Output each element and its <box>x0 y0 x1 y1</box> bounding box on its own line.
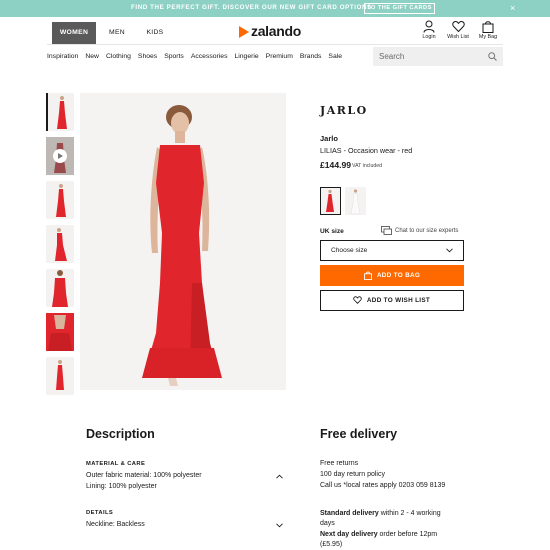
vat-note: VAT included <box>352 163 382 169</box>
thumbnail-4[interactable] <box>46 225 74 263</box>
description-title: Description <box>86 427 155 441</box>
next-day-delivery-text: order before 12pm <box>377 531 438 538</box>
search-icon[interactable] <box>488 52 497 61</box>
bag-icon <box>363 271 372 280</box>
nav-item-shoes[interactable]: Shoes <box>138 51 157 63</box>
white-swatch-image <box>350 189 361 215</box>
bag-icon <box>482 21 494 33</box>
color-swatch-white[interactable] <box>345 187 366 215</box>
thumbnail-1[interactable] <box>46 93 74 131</box>
standard-delivery-line-2: days <box>320 520 335 527</box>
dress-thumbnail-image <box>55 228 67 261</box>
dress-thumbnail-image <box>57 96 67 129</box>
nav-item-sale[interactable]: Sale <box>328 51 342 63</box>
size-select-value: Choose size <box>331 247 368 254</box>
login-button[interactable]: Login <box>414 20 444 40</box>
thumbnail-5[interactable] <box>46 269 74 307</box>
next-day-delivery-line-2: (£5.95) <box>320 541 343 548</box>
heart-icon <box>353 296 362 304</box>
tab-men[interactable]: MEN <box>100 22 134 44</box>
play-icon <box>53 149 67 163</box>
size-label: UK size <box>320 228 344 235</box>
dress-thumbnail-image <box>52 270 68 307</box>
logo-mark-icon <box>239 26 249 38</box>
wish-list-label: Wish List <box>447 34 469 40</box>
gift-cards-button[interactable]: TO THE GIFT CARDS <box>364 3 435 14</box>
user-icon <box>423 20 435 33</box>
nav-item-premium[interactable]: Premium <box>266 51 293 63</box>
delivery-line: Call us *local rates apply 0203 059 8139 <box>320 482 446 489</box>
chat-icon[interactable] <box>381 226 392 235</box>
promo-text: FIND THE PERFECT GIFT. DISCOVER OUR NEW … <box>131 4 372 11</box>
thumbnail-7[interactable] <box>46 357 74 395</box>
category-nav: Inspiration New Clothing Shoes Sports Ac… <box>47 51 349 63</box>
product-price: £144.99 <box>320 160 352 170</box>
promo-banner: FIND THE PERFECT GIFT. DISCOVER OUR NEW … <box>0 0 550 17</box>
delivery-title: Free delivery <box>320 427 398 441</box>
dress-thumbnail-image <box>46 313 74 351</box>
tab-women[interactable]: WOMEN <box>52 22 96 44</box>
chevron-down-icon[interactable] <box>276 523 283 528</box>
add-to-wish-list-button[interactable]: ADD TO WISH LIST <box>320 290 464 311</box>
model-in-red-dress-image <box>142 105 222 386</box>
size-experts-link[interactable]: Chat to our size experts <box>395 228 458 234</box>
details-heading[interactable]: DETAILS <box>86 510 113 516</box>
close-icon[interactable]: × <box>510 3 515 13</box>
add-to-bag-button[interactable]: ADD TO BAG <box>320 265 464 286</box>
nav-item-inspiration[interactable]: Inspiration <box>47 51 78 63</box>
login-label: Login <box>422 34 436 40</box>
thumbnail-3[interactable] <box>46 181 74 219</box>
material-line: Outer fabric material: 100% polyester <box>86 472 202 479</box>
tab-kids[interactable]: KIDS <box>140 22 170 44</box>
material-line: Lining: 100% polyester <box>86 483 157 490</box>
standard-delivery-label: Standard delivery <box>320 510 379 517</box>
standard-delivery-text: within 2 - 4 working <box>378 510 441 517</box>
bag-label: My Bag <box>478 34 498 40</box>
wish-list-button[interactable]: Wish List <box>443 20 473 40</box>
brand-logo[interactable]: JARLO <box>320 104 368 117</box>
thumbnail-6[interactable] <box>46 313 74 351</box>
product-main-image[interactable] <box>80 93 286 390</box>
nav-item-brands[interactable]: Brands <box>300 51 322 63</box>
chevron-up-icon[interactable] <box>276 474 283 479</box>
nav-item-clothing[interactable]: Clothing <box>106 51 131 63</box>
next-day-delivery-label: Next day delivery <box>320 531 378 538</box>
color-swatch-red[interactable] <box>320 187 341 215</box>
product-name: LILIAS - Occasion wear - red <box>320 146 413 155</box>
add-to-wish-list-label: ADD TO WISH LIST <box>366 296 431 304</box>
red-swatch-image <box>326 189 334 212</box>
next-day-delivery-line: Next day delivery order before 12pm <box>320 531 437 538</box>
bag-button[interactable]: My Bag <box>473 20 503 40</box>
material-care-heading[interactable]: MATERIAL & CARE <box>86 461 145 467</box>
heart-icon <box>451 21 465 33</box>
header-divider <box>47 44 503 45</box>
size-select[interactable]: Choose size <box>320 240 464 261</box>
add-to-bag-label: ADD TO BAG <box>376 272 421 279</box>
thumbnail-video[interactable] <box>46 137 74 175</box>
brand-name[interactable]: Jarlo <box>320 134 338 143</box>
logo-text: zalando <box>251 23 302 39</box>
delivery-line: 100 day return policy <box>320 471 385 478</box>
standard-delivery-line: Standard delivery within 2 - 4 working <box>320 510 441 517</box>
dress-thumbnail-image <box>56 360 64 390</box>
nav-item-new[interactable]: New <box>85 51 99 63</box>
nav-item-accessories[interactable]: Accessories <box>191 51 228 63</box>
nav-item-lingerie[interactable]: Lingerie <box>234 51 258 63</box>
dress-thumbnail-image <box>56 184 66 217</box>
delivery-line: Free returns <box>320 460 359 467</box>
nav-item-sports[interactable]: Sports <box>164 51 184 63</box>
search-input[interactable] <box>379 47 479 66</box>
details-line: Neckline: Backless <box>86 521 145 528</box>
chevron-down-icon <box>446 248 453 253</box>
search-box <box>373 47 503 66</box>
